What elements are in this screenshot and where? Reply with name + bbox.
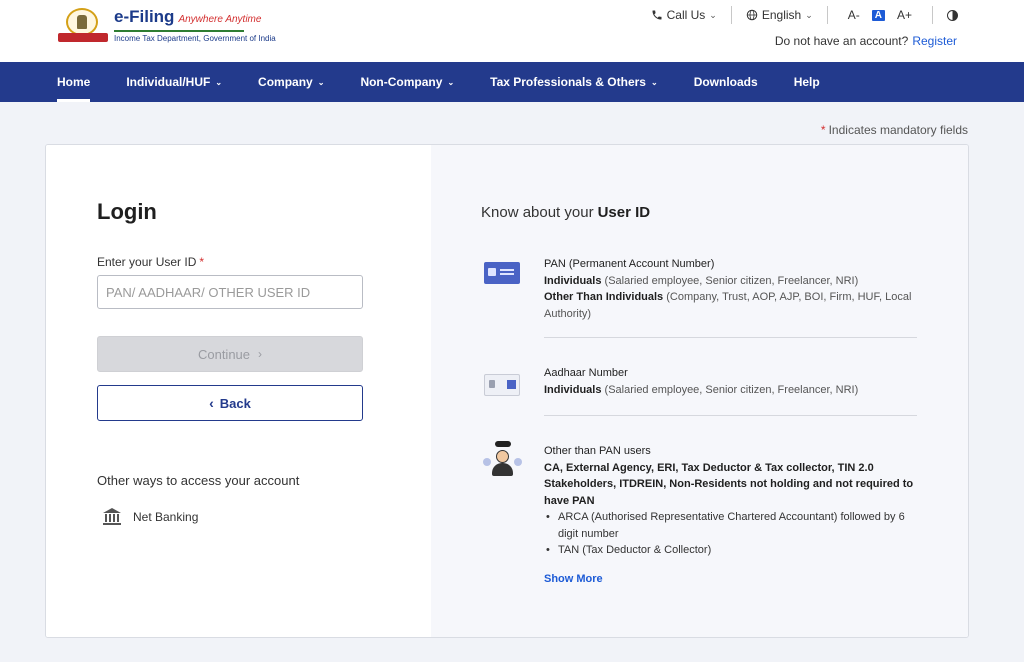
chevron-right-icon: › xyxy=(258,347,263,361)
continue-button[interactable]: Continue › xyxy=(97,336,363,372)
font-increase-button[interactable]: A+ xyxy=(897,8,912,22)
font-default-button[interactable]: A xyxy=(871,9,885,21)
divider xyxy=(932,6,933,24)
efiling-logo[interactable]: e-Filing Anywhere Anytime Income Tax Depa… xyxy=(58,6,276,44)
chevron-left-icon: ‹ xyxy=(209,395,214,411)
chevron-down-icon: ⌄ xyxy=(805,9,813,20)
mandatory-note: * Indicates mandatory fields xyxy=(820,123,968,137)
register-link[interactable]: Register xyxy=(912,34,957,48)
net-banking-label: Net Banking xyxy=(133,509,199,524)
nav-individual-huf[interactable]: Individual/HUF ⌄ xyxy=(126,62,222,102)
know-userid-title: Know about your User ID xyxy=(481,204,651,221)
userid-input[interactable] xyxy=(97,275,363,309)
font-decrease-button[interactable]: A- xyxy=(848,8,860,22)
pan-card-icon xyxy=(481,258,521,290)
userid-info-panel: Know about your User ID PAN (Permanent Ac… xyxy=(431,145,968,637)
users-icon xyxy=(481,439,522,476)
list-item: TAN (Tax Deductor & Collector) xyxy=(544,542,917,559)
nav-downloads[interactable]: Downloads xyxy=(694,62,758,102)
aadhaar-card-icon xyxy=(481,370,521,402)
phone-icon xyxy=(652,10,662,20)
nav-help[interactable]: Help xyxy=(794,62,820,102)
chevron-down-icon: ⌄ xyxy=(447,77,455,87)
pan-heading: PAN (Permanent Account Number) xyxy=(544,258,715,270)
nav-non-company[interactable]: Non-Company ⌄ xyxy=(360,62,454,102)
net-banking-option[interactable]: Net Banking xyxy=(103,508,198,525)
logo-title: e-Filing xyxy=(114,6,175,26)
nav-home[interactable]: Home xyxy=(57,62,91,102)
language-label: English xyxy=(761,8,802,22)
login-title: Login xyxy=(97,199,157,224)
other-description: CA, External Agency, ERI, Tax Deductor &… xyxy=(544,461,914,507)
logo-subtitle: Income Tax Department, Government of Ind… xyxy=(114,33,276,43)
aadhaar-heading: Aadhaar Number xyxy=(544,367,628,379)
globe-icon xyxy=(746,9,758,21)
chevron-down-icon: ⌄ xyxy=(709,9,717,20)
top-header: e-Filing Anywhere Anytime Income Tax Depa… xyxy=(0,0,1024,62)
call-us-label: Call Us xyxy=(666,8,706,22)
account-prompt: Do not have an account? Register xyxy=(775,34,957,48)
userid-label: Enter your User ID * xyxy=(97,255,205,269)
logo-tagline: Anywhere Anytime xyxy=(178,13,262,25)
nav-company[interactable]: Company ⌄ xyxy=(258,62,324,102)
emblem-icon xyxy=(58,6,108,44)
logo-underline xyxy=(114,29,244,32)
divider xyxy=(544,415,917,416)
divider xyxy=(826,6,828,24)
chevron-down-icon: ⌄ xyxy=(317,77,325,87)
call-us-dropdown[interactable]: Call Us ⌄ xyxy=(651,8,717,22)
language-dropdown[interactable]: English ⌄ xyxy=(746,8,813,22)
main-nav: Home Individual/HUF ⌄ Company ⌄ Non-Compan… xyxy=(0,62,1024,102)
divider xyxy=(730,6,732,24)
account-prompt-text: Do not have an account? xyxy=(774,34,909,48)
list-item: ARCA (Authorised Representative Chartere… xyxy=(544,509,917,542)
login-card: Login Enter your User ID* Continue › ‹ B… xyxy=(45,144,969,638)
chevron-down-icon: ⌄ xyxy=(215,77,223,87)
divider xyxy=(544,337,917,338)
bank-icon xyxy=(103,508,121,525)
other-list: ARCA (Authorised Representative Chartere… xyxy=(544,509,917,559)
utility-bar: Call Us ⌄ English ⌄ A- A A+ xyxy=(651,6,958,24)
show-more-link[interactable]: Show More xyxy=(544,573,603,585)
back-button[interactable]: ‹ Back xyxy=(97,385,363,421)
contrast-icon[interactable] xyxy=(947,9,958,21)
login-panel: Login Enter your User ID* Continue › ‹ B… xyxy=(46,145,431,637)
other-heading: Other than PAN users xyxy=(544,445,651,457)
nav-tax-professionals[interactable]: Tax Professionals & Others ⌄ xyxy=(490,62,658,102)
other-ways-heading: Other ways to access your account xyxy=(97,473,300,488)
chevron-down-icon: ⌄ xyxy=(650,77,658,87)
